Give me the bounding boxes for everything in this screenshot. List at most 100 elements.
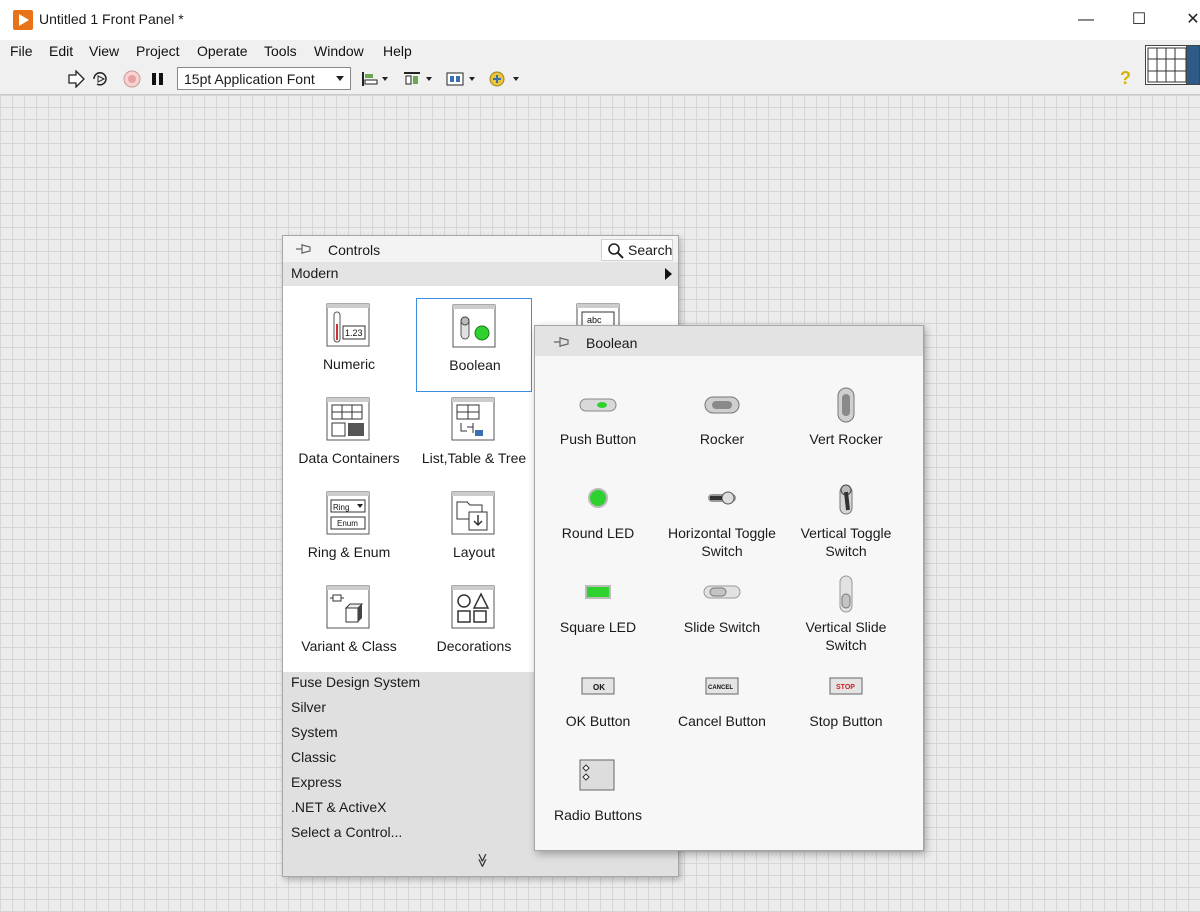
context-help-icon[interactable]: ?: [1120, 68, 1131, 89]
folder-label: Data Containers: [298, 450, 400, 466]
menu-bar: File Edit View Project Operate Tools Win…: [0, 40, 1200, 64]
bool-round-led[interactable]: Round LED: [536, 480, 660, 570]
folder-label: Numeric: [322, 356, 376, 372]
folder-label: Ring & Enum: [307, 544, 391, 560]
menu-tools[interactable]: Tools: [264, 43, 297, 59]
folder-label: Variant & Class: [301, 638, 397, 654]
list-item[interactable]: System: [291, 724, 338, 740]
font-select[interactable]: 15pt Application Font: [177, 67, 351, 90]
folder-numeric[interactable]: 1.23 Numeric: [291, 298, 407, 392]
boolean-icon: [452, 304, 496, 348]
bool-push-button[interactable]: Push Button: [536, 386, 660, 476]
list-item[interactable]: Classic: [291, 749, 336, 765]
bool-vertical-slide[interactable]: Vertical Slide Switch: [784, 574, 908, 664]
numeric-icon: 1.23: [326, 303, 370, 347]
menu-project[interactable]: Project: [136, 43, 180, 59]
slide-switch-icon: [703, 585, 741, 599]
bool-vertical-toggle[interactable]: Vertical Toggle Switch: [784, 480, 908, 570]
folder-ring-enum[interactable]: Ring Enum Ring & Enum: [291, 486, 407, 580]
font-select-value: 15pt Application Font: [184, 71, 315, 87]
search-icon: [608, 243, 624, 259]
close-button[interactable]: ✕: [1170, 6, 1200, 34]
folder-boolean[interactable]: Boolean: [416, 298, 532, 392]
align-objects-icon[interactable]: [360, 70, 390, 88]
bool-horizontal-toggle[interactable]: Horizontal Toggle Switch: [660, 480, 784, 570]
bool-radio-buttons[interactable]: Radio Buttons: [536, 759, 660, 852]
bool-item-label: Rocker: [699, 431, 745, 447]
bool-item-label: Stop Button: [809, 713, 883, 729]
pin-icon[interactable]: [295, 242, 313, 256]
list-item[interactable]: Express: [291, 774, 342, 790]
menu-operate[interactable]: Operate: [197, 43, 248, 59]
folder-label: List,Table & Tree: [421, 450, 527, 466]
distribute-objects-icon[interactable]: [402, 70, 434, 88]
minimize-button[interactable]: —: [1063, 6, 1109, 34]
bool-stop-button[interactable]: STOP Stop Button: [784, 668, 908, 758]
folder-data-containers[interactable]: Data Containers: [291, 392, 407, 486]
bool-item-label: Vertical Slide Switch: [805, 619, 887, 653]
category-label: Modern: [291, 265, 339, 281]
list-item[interactable]: Silver: [291, 699, 326, 715]
vert-rocker-icon: [837, 387, 855, 423]
toolbar: 15pt Application Font ?: [0, 64, 1200, 95]
menu-file[interactable]: File: [10, 43, 33, 59]
list-item[interactable]: .NET & ActiveX: [291, 799, 386, 815]
stop-button-icon: STOP: [829, 677, 863, 695]
svg-text:Enum: Enum: [337, 519, 358, 528]
square-led-icon: [585, 585, 611, 599]
bool-square-led[interactable]: Square LED: [536, 574, 660, 664]
show-more-icon[interactable]: ≫: [474, 853, 491, 868]
svg-text:abc: abc: [587, 315, 602, 325]
menu-edit[interactable]: Edit: [49, 43, 73, 59]
chevron-down-icon: [336, 76, 344, 81]
horizontal-toggle-icon: [708, 491, 736, 505]
abort-execution-icon[interactable]: [122, 70, 142, 88]
menu-help[interactable]: Help: [383, 43, 412, 59]
list-item[interactable]: Select a Control...: [291, 824, 402, 840]
cancel-button-icon: CANCEL: [705, 677, 739, 695]
reorder-icon[interactable]: [489, 70, 521, 88]
svg-text:STOP: STOP: [836, 684, 855, 691]
labview-app-icon: [13, 10, 33, 30]
connector-pane-icon[interactable]: [1145, 45, 1189, 85]
title-bar: Untitled 1 Front Panel * — ☐ ✕: [0, 0, 1200, 40]
folder-label: Boolean: [449, 357, 501, 373]
bool-item-label: Push Button: [559, 431, 637, 447]
bool-item-label: Horizontal Toggle Switch: [668, 525, 776, 559]
run-arrow-icon[interactable]: [66, 69, 86, 89]
folder-layout[interactable]: Layout: [416, 486, 532, 580]
bool-rocker[interactable]: Rocker: [660, 386, 784, 476]
bool-ok-button[interactable]: OK OK Button: [536, 668, 660, 758]
search-button[interactable]: Search: [601, 239, 673, 261]
pin-icon[interactable]: [553, 335, 571, 349]
round-led-icon: [588, 488, 608, 508]
folder-decorations[interactable]: Decorations: [416, 580, 532, 674]
controls-palette-title: Controls: [328, 242, 381, 258]
bool-slide-switch[interactable]: Slide Switch: [660, 574, 784, 664]
boolean-palette-title: Boolean: [586, 335, 638, 351]
bool-item-label: OK Button: [565, 713, 631, 729]
menu-view[interactable]: View: [89, 43, 119, 59]
rocker-icon: [704, 396, 740, 414]
vi-icon[interactable]: [1186, 45, 1200, 85]
folder-label: Decorations: [436, 638, 512, 654]
push-button-icon: [579, 398, 617, 412]
run-continuously-icon[interactable]: [90, 70, 110, 88]
menu-window[interactable]: Window: [314, 43, 364, 59]
bool-cancel-button[interactable]: CANCEL Cancel Button: [660, 668, 784, 758]
bool-item-label: Vertical Toggle Switch: [800, 525, 892, 559]
folder-list-table-tree[interactable]: List,Table & Tree: [416, 392, 532, 486]
pause-icon[interactable]: [148, 70, 168, 88]
svg-text:Ring: Ring: [333, 503, 349, 512]
boolean-palette: Boolean Push Button Rocker Vert Rocker R…: [534, 325, 924, 851]
category-modern[interactable]: Modern: [283, 262, 678, 286]
folder-variant-class[interactable]: Variant & Class: [291, 580, 407, 674]
bool-vert-rocker[interactable]: Vert Rocker: [784, 386, 908, 476]
bool-item-label: Square LED: [559, 619, 637, 635]
svg-text:OK: OK: [593, 683, 605, 692]
list-item[interactable]: Fuse Design System: [291, 674, 420, 690]
resize-objects-icon[interactable]: [445, 70, 477, 88]
radio-buttons-icon: [579, 759, 615, 791]
maximize-button[interactable]: ☐: [1116, 6, 1162, 34]
vertical-slide-icon: [839, 575, 853, 613]
